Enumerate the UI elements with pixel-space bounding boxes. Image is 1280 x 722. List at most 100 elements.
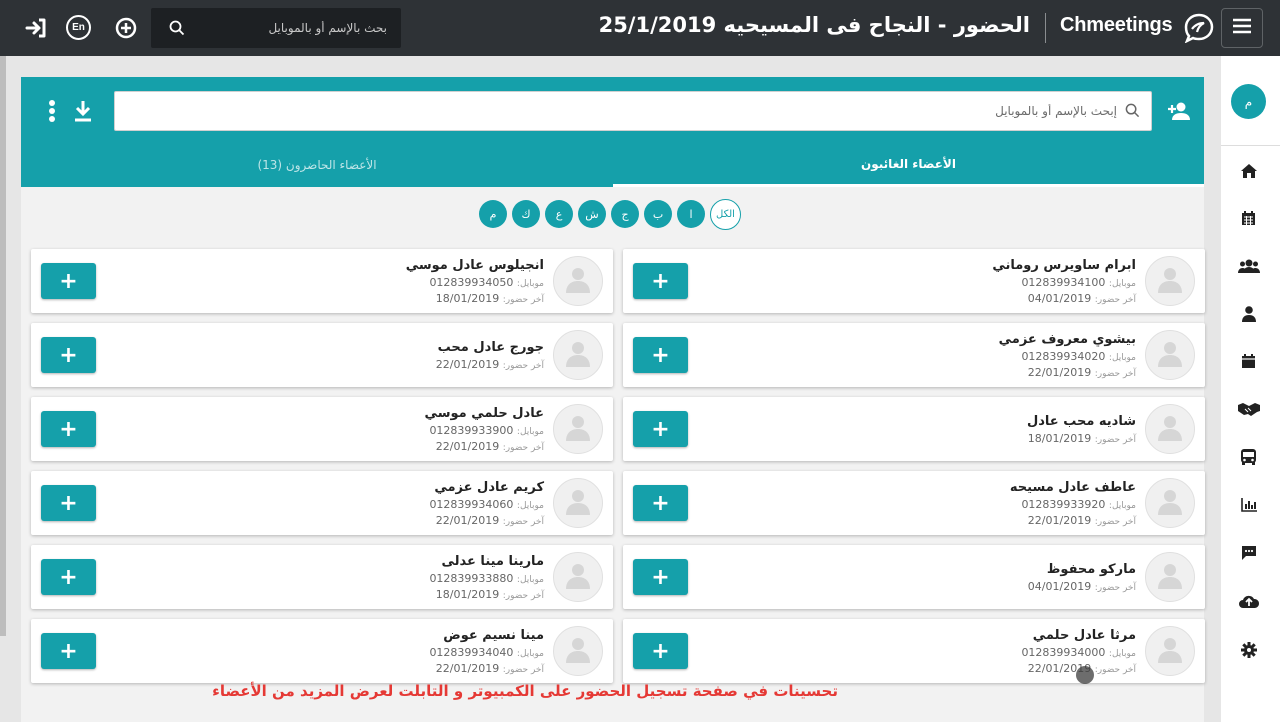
handshake-icon[interactable] [1221, 394, 1276, 424]
last-attendance-value: 22/01/2019 [1027, 514, 1092, 527]
mobile-value: 012839934020 [1021, 350, 1106, 363]
last-attendance-value: 04/01/2019 [1027, 580, 1092, 593]
mark-present-button[interactable]: + [633, 633, 688, 669]
member-last-attendance: آخر حضور: 22/01/2019 [806, 365, 1136, 381]
search-icon[interactable] [169, 20, 185, 40]
scrollbar-track[interactable] [0, 56, 6, 636]
last-attendance-value: 18/01/2019 [435, 588, 500, 601]
mobile-label: موبايل: [516, 279, 544, 289]
bus-icon[interactable] [1221, 442, 1276, 472]
mark-present-button[interactable]: + [633, 411, 688, 447]
mark-present-button[interactable]: + [41, 411, 96, 447]
menu-icon [1232, 18, 1252, 38]
avatar[interactable]: م [1231, 84, 1266, 119]
mobile-value: 012839934060 [429, 498, 514, 511]
member-info: كريم عادل عزمي موبايل: 012839934060 آخر حض… [214, 478, 544, 529]
member-name[interactable]: عادل حلمي موسي [214, 404, 544, 423]
avatar [553, 330, 603, 380]
mark-present-button[interactable]: + [41, 559, 96, 595]
title-divider [1045, 13, 1046, 43]
member-mobile: موبايل: 012839934000 [806, 645, 1136, 661]
last-attendance-label: آخر حضور: [502, 443, 544, 453]
avatar [1145, 330, 1195, 380]
member-name[interactable]: جورج عادل محب [214, 338, 544, 357]
member-card: + انجيلوس عادل موسي موبايل: 012839934050 آخ… [31, 249, 613, 313]
letter-filter-all[interactable]: الكل [710, 199, 741, 230]
more-vert-icon[interactable] [45, 98, 59, 124]
add-circle-icon[interactable] [112, 14, 140, 42]
avatar [553, 404, 603, 454]
last-attendance-label: آخر حضور: [502, 591, 544, 601]
member-name[interactable]: مارينا مينا عدلى [214, 552, 544, 571]
logout-icon[interactable] [22, 14, 50, 42]
add-person-icon[interactable] [1166, 99, 1192, 123]
mark-present-button[interactable]: + [41, 263, 96, 299]
last-attendance-value: 18/01/2019 [435, 292, 500, 305]
member-card: + بيشوي معروف عزمي موبايل: 012839934020 آخر… [623, 323, 1205, 387]
member-mobile: موبايل: 012839934040 [214, 645, 544, 661]
home-icon[interactable] [1221, 156, 1276, 186]
member-name[interactable]: انجيلوس عادل موسي [214, 256, 544, 275]
calendar-icon[interactable] [1221, 203, 1276, 233]
letter-filter-item[interactable]: ك [512, 200, 540, 228]
letter-filter-item[interactable]: ا [677, 200, 705, 228]
groups-icon[interactable] [1221, 251, 1276, 281]
mark-present-button[interactable]: + [41, 633, 96, 669]
member-name[interactable]: مرثا عادل حلمي [806, 626, 1136, 645]
member-search-box[interactable] [114, 91, 1152, 131]
last-attendance-value: 22/01/2019 [435, 514, 500, 527]
last-attendance-label: آخر حضور: [502, 295, 544, 305]
member-name[interactable]: بيشوي معروف عزمي [806, 330, 1136, 349]
member-name[interactable]: مينا نسيم عوض [214, 626, 544, 645]
letter-filter-item[interactable]: ج [611, 200, 639, 228]
person-icon[interactable] [1221, 299, 1276, 329]
mark-present-button[interactable]: + [633, 485, 688, 521]
member-card: + ماركو محفوظ آخر حضور: 04/01/2019 [623, 545, 1205, 609]
mark-present-button[interactable]: + [633, 263, 688, 299]
brand-logo-icon[interactable] [1182, 11, 1216, 47]
member-info: مارينا مينا عدلى موبايل: 012839933880 آخر … [214, 552, 544, 603]
report-icon[interactable] [1221, 490, 1276, 520]
top-search-input[interactable] [187, 18, 387, 38]
member-name[interactable]: ابرام ساويرس روماني [806, 256, 1136, 275]
mobile-label: موبايل: [516, 575, 544, 585]
member-mobile: موبايل: 012839933920 [806, 497, 1136, 513]
member-name[interactable]: كريم عادل عزمي [214, 478, 544, 497]
download-icon[interactable] [72, 98, 94, 124]
letter-filter-item[interactable]: ب [644, 200, 672, 228]
language-button[interactable]: En [66, 15, 91, 40]
member-card: + مينا نسيم عوض موبايل: 012839934040 آخر حض… [31, 619, 613, 683]
mark-present-button[interactable]: + [41, 337, 96, 373]
brand-name[interactable]: Chmeetings [1060, 14, 1173, 37]
event-icon[interactable] [1221, 346, 1276, 376]
mark-present-button[interactable]: + [633, 337, 688, 373]
letter-filter-item[interactable]: ش [578, 200, 606, 228]
menu-button[interactable] [1221, 8, 1263, 48]
mark-present-button[interactable]: + [633, 559, 688, 595]
letter-filter-item[interactable]: م [479, 200, 507, 228]
mobile-value: 012839934050 [429, 276, 514, 289]
tab-absent-members[interactable]: الأعضاء الغائبون [613, 143, 1204, 187]
last-attendance-label: آخر حضور: [502, 665, 544, 675]
member-last-attendance: آخر حضور: 22/01/2019 [214, 439, 544, 455]
last-attendance-label: آخر حضور: [1094, 517, 1136, 527]
letter-filter-item[interactable]: ع [545, 200, 573, 228]
last-attendance-label: آخر حضور: [502, 361, 544, 371]
settings-icon[interactable] [1221, 635, 1276, 665]
top-search-box[interactable] [151, 8, 401, 48]
cloud-upload-icon[interactable] [1221, 586, 1276, 616]
member-mobile: موبايل: 012839934050 [214, 275, 544, 291]
member-name[interactable]: ماركو محفوظ [806, 560, 1136, 579]
last-attendance-value: 22/01/2019 [435, 440, 500, 453]
chat-icon[interactable] [1221, 538, 1276, 568]
avatar [553, 256, 603, 306]
tab-present-members[interactable]: الأعضاء الحاضرون (13) [21, 143, 613, 187]
member-last-attendance: آخر حضور: 18/01/2019 [214, 587, 544, 603]
last-attendance-label: آخر حضور: [1094, 665, 1136, 675]
mark-present-button[interactable]: + [41, 485, 96, 521]
member-name[interactable]: عاطف عادل مسيحه [806, 478, 1136, 497]
member-search-input[interactable] [137, 101, 1117, 121]
member-name[interactable]: شاديه محب عادل [806, 412, 1136, 431]
last-attendance-label: آخر حضور: [1094, 583, 1136, 593]
person-placeholder-icon [563, 264, 593, 298]
